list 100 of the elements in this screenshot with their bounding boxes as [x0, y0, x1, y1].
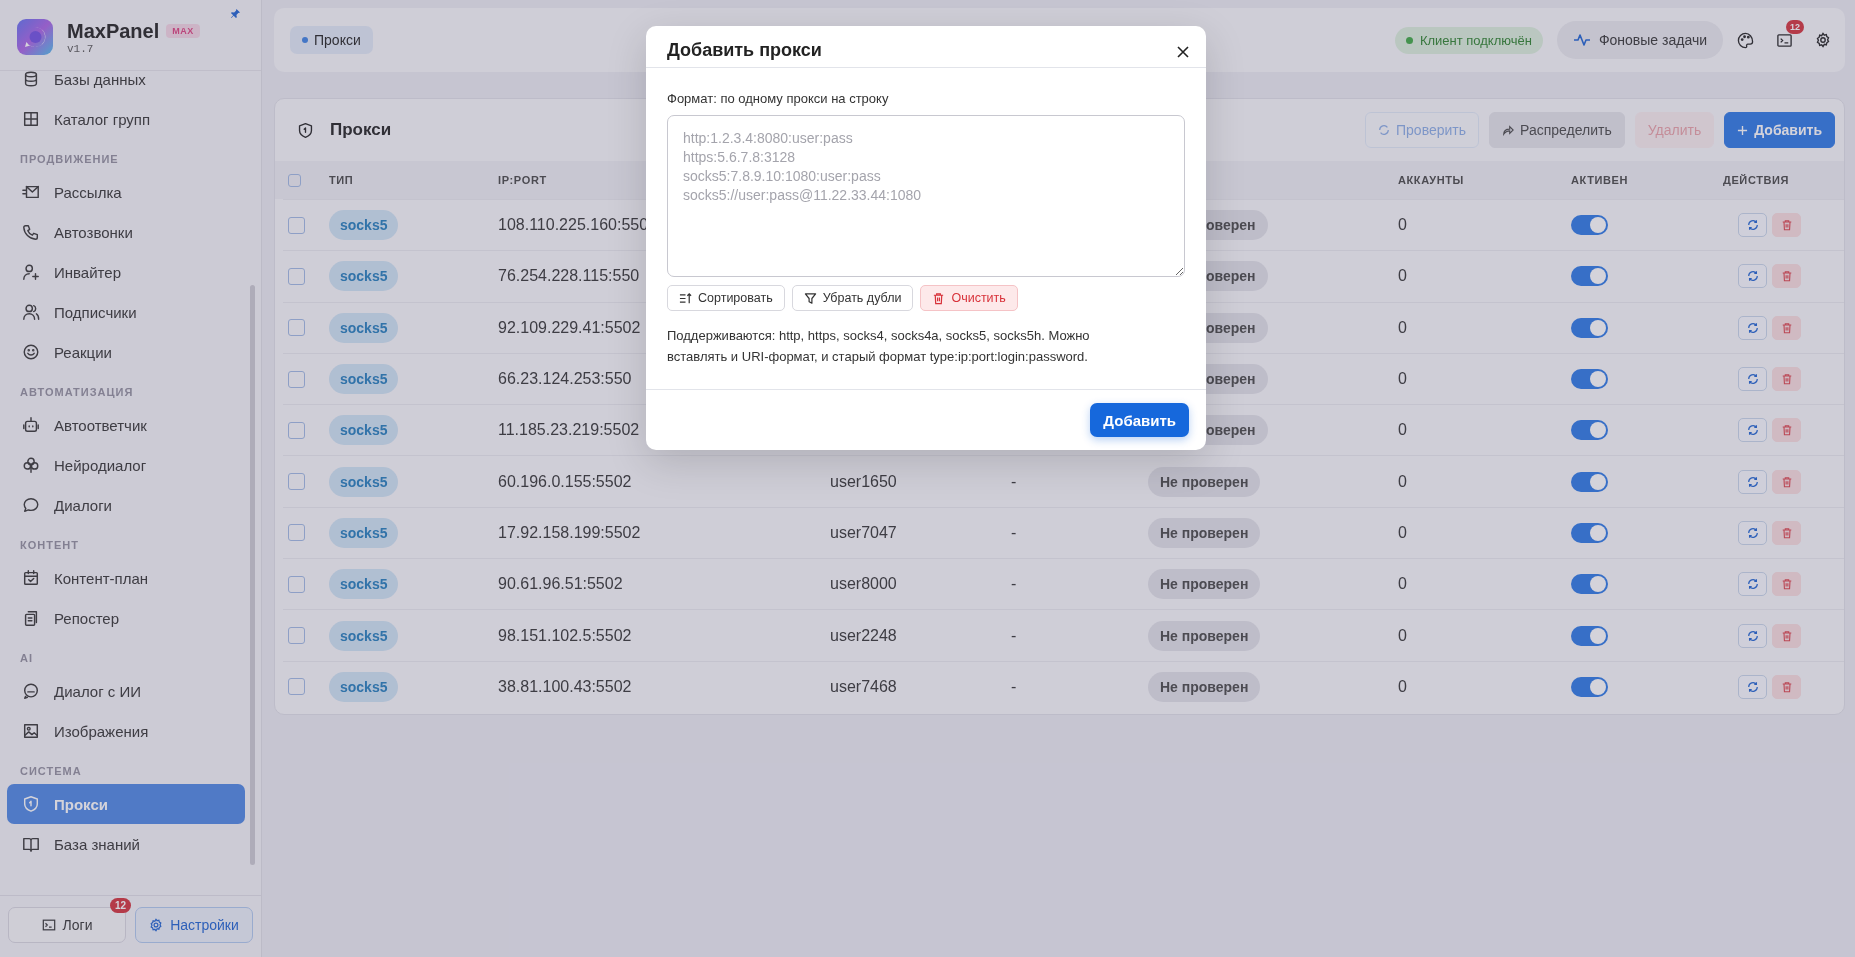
check-button[interactable] — [1738, 315, 1767, 340]
active-toggle[interactable] — [1571, 369, 1608, 390]
breadcrumb[interactable]: Прокси — [290, 26, 373, 54]
check-button[interactable] — [1738, 264, 1767, 289]
sort-button[interactable]: Сортировать — [667, 285, 785, 311]
chat-icon — [22, 682, 40, 700]
nav-section-title: AI — [19, 651, 34, 666]
sidebar-item[interactable]: Подписчики — [7, 292, 245, 332]
check-button[interactable] — [1738, 520, 1767, 545]
row-checkbox[interactable] — [288, 627, 305, 644]
grid-icon — [22, 110, 40, 128]
check-button[interactable] — [1738, 469, 1767, 494]
close-icon[interactable] — [1177, 46, 1189, 58]
check-button[interactable] — [1738, 572, 1767, 597]
trash-icon — [1780, 270, 1793, 283]
refresh-icon — [1746, 475, 1759, 488]
trash-icon — [1780, 373, 1793, 386]
status-tag: Не проверен — [1148, 569, 1261, 600]
active-toggle[interactable] — [1571, 574, 1608, 595]
delete-button[interactable] — [1772, 469, 1801, 494]
active-toggle[interactable] — [1571, 317, 1608, 338]
share-icon — [1502, 124, 1515, 136]
distribute-button[interactable]: Распределить — [1489, 112, 1625, 148]
sidebar-item[interactable]: Инвайтер — [7, 252, 245, 292]
sidebar-item[interactable]: Базы данных — [7, 59, 245, 99]
check-button[interactable] — [1738, 674, 1767, 699]
column-header: ДЕЙСТВИЯ — [1723, 174, 1790, 186]
table-cell: 0 — [1398, 216, 1407, 235]
check-button[interactable] — [1738, 418, 1767, 443]
select-all-checkbox[interactable] — [288, 173, 301, 187]
help-text: Поддерживаются: http, https, socks4, socks4a, socks5, socks5h. Можно вставлять и URI-формат, и старый формат type:ip:port:login:password. — [667, 327, 1091, 366]
palette-icon[interactable] — [1737, 31, 1754, 49]
delete-button[interactable] — [1772, 264, 1801, 289]
delete-button[interactable] — [1772, 418, 1801, 443]
check-button[interactable] — [1738, 213, 1767, 238]
type-tag: socks5 — [329, 620, 399, 651]
sidebar-item[interactable]: Контент-план — [7, 558, 245, 598]
table-cell: 0 — [1398, 472, 1407, 491]
dialog-title: Добавить прокси — [667, 40, 822, 62]
app-name: MaxPanel — [67, 19, 160, 43]
active-toggle[interactable] — [1571, 522, 1608, 543]
row-checkbox[interactable] — [288, 575, 305, 593]
phone-icon — [22, 223, 40, 241]
terminal-icon[interactable] — [1776, 31, 1793, 49]
sidebar-item[interactable]: Нейродиалог — [7, 445, 245, 485]
sort-icon — [679, 291, 692, 305]
sidebar-item[interactable]: Рассылка — [7, 172, 245, 212]
sidebar-item[interactable]: База знаний — [7, 824, 245, 864]
trash-icon — [1780, 526, 1793, 539]
type-tag: socks5 — [329, 569, 399, 600]
add-button[interactable]: Добавить — [1090, 403, 1189, 437]
row-checkbox[interactable] — [288, 370, 305, 388]
check-button[interactable] — [1738, 367, 1767, 392]
table-cell: 17.92.158.199:5502 — [498, 523, 641, 542]
dedupe-button[interactable]: Убрать дубли — [791, 285, 914, 311]
users-icon — [22, 303, 40, 321]
row-checkbox[interactable] — [288, 319, 305, 337]
active-toggle[interactable] — [1571, 625, 1608, 646]
row-checkbox[interactable] — [288, 421, 305, 439]
delete-button[interactable] — [1772, 572, 1801, 597]
active-toggle[interactable] — [1571, 471, 1608, 492]
delete-button[interactable] — [1772, 367, 1801, 392]
settings-icon[interactable] — [1815, 32, 1831, 48]
delete-button[interactable] — [1772, 623, 1801, 648]
delete-button[interactable] — [1772, 520, 1801, 545]
book-icon — [22, 835, 40, 853]
sidebar-item[interactable]: Автоответчик — [7, 405, 245, 445]
active-toggle[interactable] — [1571, 266, 1608, 287]
row-checkbox[interactable] — [288, 267, 305, 285]
settings-button[interactable]: Настройки — [135, 907, 253, 943]
sidebar-item[interactable]: Репостер — [7, 598, 245, 638]
table-cell: user8000 — [830, 575, 897, 593]
row-checkbox[interactable] — [288, 473, 305, 491]
clear-button[interactable]: Очистить — [920, 285, 1018, 311]
proxy-list-field[interactable]: http:1.2.3.4:8080:user:pass https:5.6.7.8:3128 socks5:7.8.9.10:1080:user:pass socks5://user:pass@11.22.33.44:1080 — [667, 115, 1185, 277]
sidebar-item[interactable]: Изображения — [7, 711, 245, 751]
row-checkbox[interactable] — [288, 678, 305, 696]
plus-icon — [1737, 124, 1749, 136]
sidebar-item[interactable]: Диалог с ИИ — [7, 671, 245, 711]
sidebar-item[interactable]: Каталог групп — [7, 99, 245, 139]
sidebar-item[interactable]: Реакции — [7, 332, 245, 372]
delete-button[interactable] — [1772, 315, 1801, 340]
row-checkbox[interactable] — [288, 216, 305, 234]
delete-button[interactable] — [1772, 213, 1801, 238]
scrollbar[interactable] — [250, 285, 255, 865]
active-toggle[interactable] — [1571, 676, 1608, 697]
type-tag: socks5 — [329, 312, 399, 343]
table-cell: 0 — [1398, 318, 1407, 337]
delete-button[interactable] — [1772, 674, 1801, 699]
sidebar-item[interactable]: Диалоги — [7, 485, 245, 525]
background-tasks-button[interactable]: Фоновые задачи — [1556, 21, 1723, 59]
check-button[interactable] — [1738, 623, 1767, 648]
trash-icon — [1780, 680, 1793, 693]
active-toggle[interactable] — [1571, 420, 1608, 441]
active-toggle[interactable] — [1571, 215, 1608, 236]
row-checkbox[interactable] — [288, 524, 305, 542]
table-cell: 0 — [1398, 575, 1407, 594]
table-cell: 66.23.124.253:550 — [498, 370, 632, 389]
sidebar-item[interactable]: Автозвонки — [7, 212, 245, 252]
pin-icon[interactable] — [230, 8, 241, 19]
